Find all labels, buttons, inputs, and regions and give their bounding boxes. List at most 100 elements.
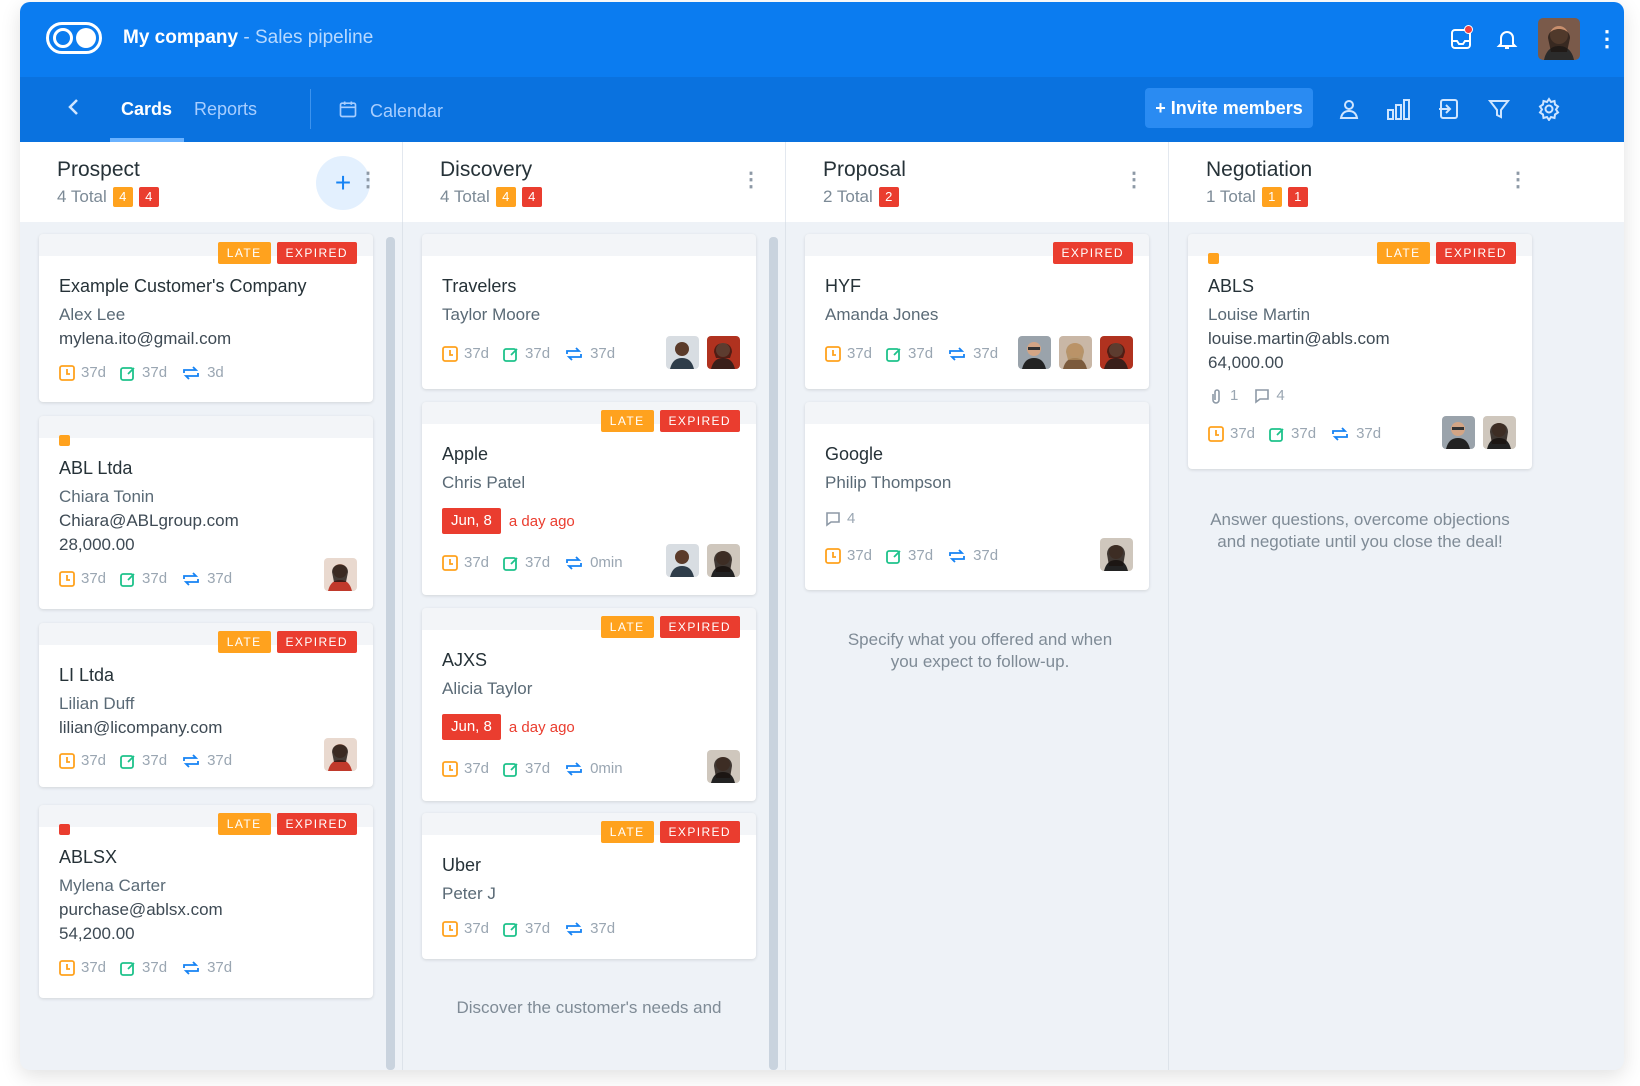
metric-created: 37d (442, 554, 489, 571)
back-icon[interactable] (62, 95, 86, 119)
comment-icon (826, 511, 840, 527)
card-contact: Alex Lee (59, 305, 126, 324)
deal-card[interactable]: LATE EXPIRED Apple Chris Patel Jun, 8 a da… (422, 402, 756, 595)
column-menu-icon[interactable]: ⋮ (358, 170, 378, 190)
cycle-icon (949, 346, 965, 361)
tab-calendar[interactable]: Calendar (338, 99, 443, 124)
expired-badge: EXPIRED (659, 821, 740, 843)
deal-card[interactable]: Google Philip Thompson 4 37d 37d 37d (805, 402, 1149, 590)
column-total: 2 Total 2 (823, 187, 899, 207)
settings-icon[interactable] (1533, 93, 1565, 125)
due-relative: a day ago (508, 718, 575, 736)
expired-badge: EXPIRED (276, 813, 357, 835)
metric-updated: 37d (120, 570, 167, 587)
deal-card[interactable]: EXPIRED HYF Amanda Jones 37d 37d 37d (805, 234, 1149, 389)
column-menu-icon[interactable]: ⋮ (1124, 170, 1144, 190)
scrollbar-prospect[interactable] (386, 237, 395, 1070)
column-title: Proposal (823, 158, 906, 181)
column-title: Prospect (57, 158, 140, 181)
avatar[interactable] (1059, 336, 1092, 369)
deal-card[interactable]: LATE EXPIRED LI Ltda Lilian Duff lilian@l… (39, 623, 373, 787)
user-avatar[interactable] (1538, 18, 1580, 60)
metric-value: 37d (525, 345, 551, 362)
due-date-badge: Jun, 8 (442, 714, 501, 740)
clock-icon (59, 570, 75, 587)
avatar[interactable] (1483, 416, 1516, 449)
avatar[interactable] (324, 738, 357, 771)
deal-card[interactable]: LATE EXPIRED ABLSX Mylena Carter purchase… (39, 805, 373, 998)
attachments-count[interactable]: 1 (1208, 387, 1238, 404)
edit-icon (120, 754, 135, 769)
metric-created: 37d (442, 760, 489, 777)
bell-icon[interactable] (1492, 24, 1522, 54)
deal-card[interactable]: LATE EXPIRED Uber Peter J 37d 37d 37d (422, 813, 756, 959)
bar-chart-icon[interactable] (1383, 93, 1415, 125)
metric-value: 37d (1356, 425, 1382, 442)
cycle-icon (566, 921, 582, 936)
comments-count[interactable]: 4 (825, 510, 855, 527)
cycle-icon (183, 753, 199, 768)
avatar[interactable] (1018, 336, 1051, 369)
avatar[interactable] (1100, 336, 1133, 369)
tab-cards[interactable]: Cards (121, 99, 172, 120)
card-title: Google (825, 444, 884, 464)
clock-icon (59, 959, 75, 976)
comments-count[interactable]: 4 (1254, 387, 1285, 404)
metric-value: 37d (973, 345, 999, 362)
column-header-negotiation: Negotiation 1 Total 1 1 ⋮ (1169, 142, 1624, 222)
due-date[interactable]: Jun, 8 a day ago (442, 714, 575, 740)
invite-members-button[interactable]: + Invite members (1145, 88, 1313, 128)
more-menu-icon[interactable]: ⋮ (1596, 28, 1618, 50)
expired-badge: EXPIRED (659, 616, 740, 638)
deal-card[interactable]: ABL Ltda Chiara Tonin Chiara@ABLgroup.co… (39, 416, 373, 609)
metric-value: 37d (81, 752, 107, 769)
deal-card[interactable]: LATE EXPIRED ABLS Louise Martin louise.ma… (1188, 234, 1532, 469)
tab-reports[interactable]: Reports (194, 99, 257, 120)
avatar[interactable] (707, 750, 740, 783)
app-logo[interactable] (46, 22, 102, 54)
filter-icon[interactable] (1483, 93, 1515, 125)
column-menu-icon[interactable]: ⋮ (741, 170, 761, 190)
card-contact: Philip Thompson (825, 473, 952, 492)
edit-icon (120, 961, 135, 976)
expired-badge: EXPIRED (1435, 242, 1516, 264)
column-title: Negotiation (1206, 158, 1313, 181)
scrollbar-discovery[interactable] (769, 237, 778, 1070)
edit-icon (886, 549, 901, 564)
card-contact: Amanda Jones (825, 305, 939, 324)
avatar[interactable] (324, 558, 357, 591)
due-date[interactable]: Jun, 8 a day ago (442, 508, 575, 534)
avatar[interactable] (1100, 538, 1133, 571)
pipeline-name: - Sales pipeline (238, 27, 374, 48)
avatar[interactable] (1442, 416, 1475, 449)
edit-icon (886, 347, 901, 362)
column-total: 1 Total 1 1 (1206, 187, 1308, 207)
cycle-icon (1332, 426, 1348, 441)
card-contact: Alicia Taylor (442, 679, 533, 698)
edit-icon (503, 762, 518, 777)
avatar[interactable] (707, 544, 740, 577)
total-label: 4 Total (57, 187, 107, 206)
user-icon[interactable] (1333, 93, 1365, 125)
column-menu-icon[interactable]: ⋮ (1508, 170, 1528, 190)
card-contact: Mylena Carter (59, 876, 166, 895)
expired-count-badge: 4 (521, 187, 542, 207)
card-value: 28,000.00 (59, 535, 135, 554)
card-email: Chiara@ABLgroup.com (59, 511, 239, 530)
avatar[interactable] (666, 336, 699, 369)
inbox-icon[interactable] (1446, 24, 1476, 54)
deal-card[interactable]: LATE EXPIRED AJXS Alicia Taylor Jun, 8 a d… (422, 608, 756, 801)
avatar[interactable] (666, 544, 699, 577)
deal-card[interactable]: LATE EXPIRED Example Customer's Company A… (39, 234, 373, 402)
column-hint: Discover the customer's needs and (456, 998, 722, 1017)
metric-value: 0min (590, 760, 623, 777)
late-badge: LATE (600, 410, 654, 432)
avatar[interactable] (707, 336, 740, 369)
nav-divider (310, 89, 311, 129)
import-icon[interactable] (1433, 93, 1465, 125)
metric-value: 37d (525, 920, 551, 937)
cycle-icon (183, 960, 199, 975)
metric-value: 37d (464, 554, 490, 571)
metric-cycle: 37d (1330, 425, 1381, 442)
deal-card[interactable]: Travelers Taylor Moore 37d 37d 37d (422, 234, 756, 389)
